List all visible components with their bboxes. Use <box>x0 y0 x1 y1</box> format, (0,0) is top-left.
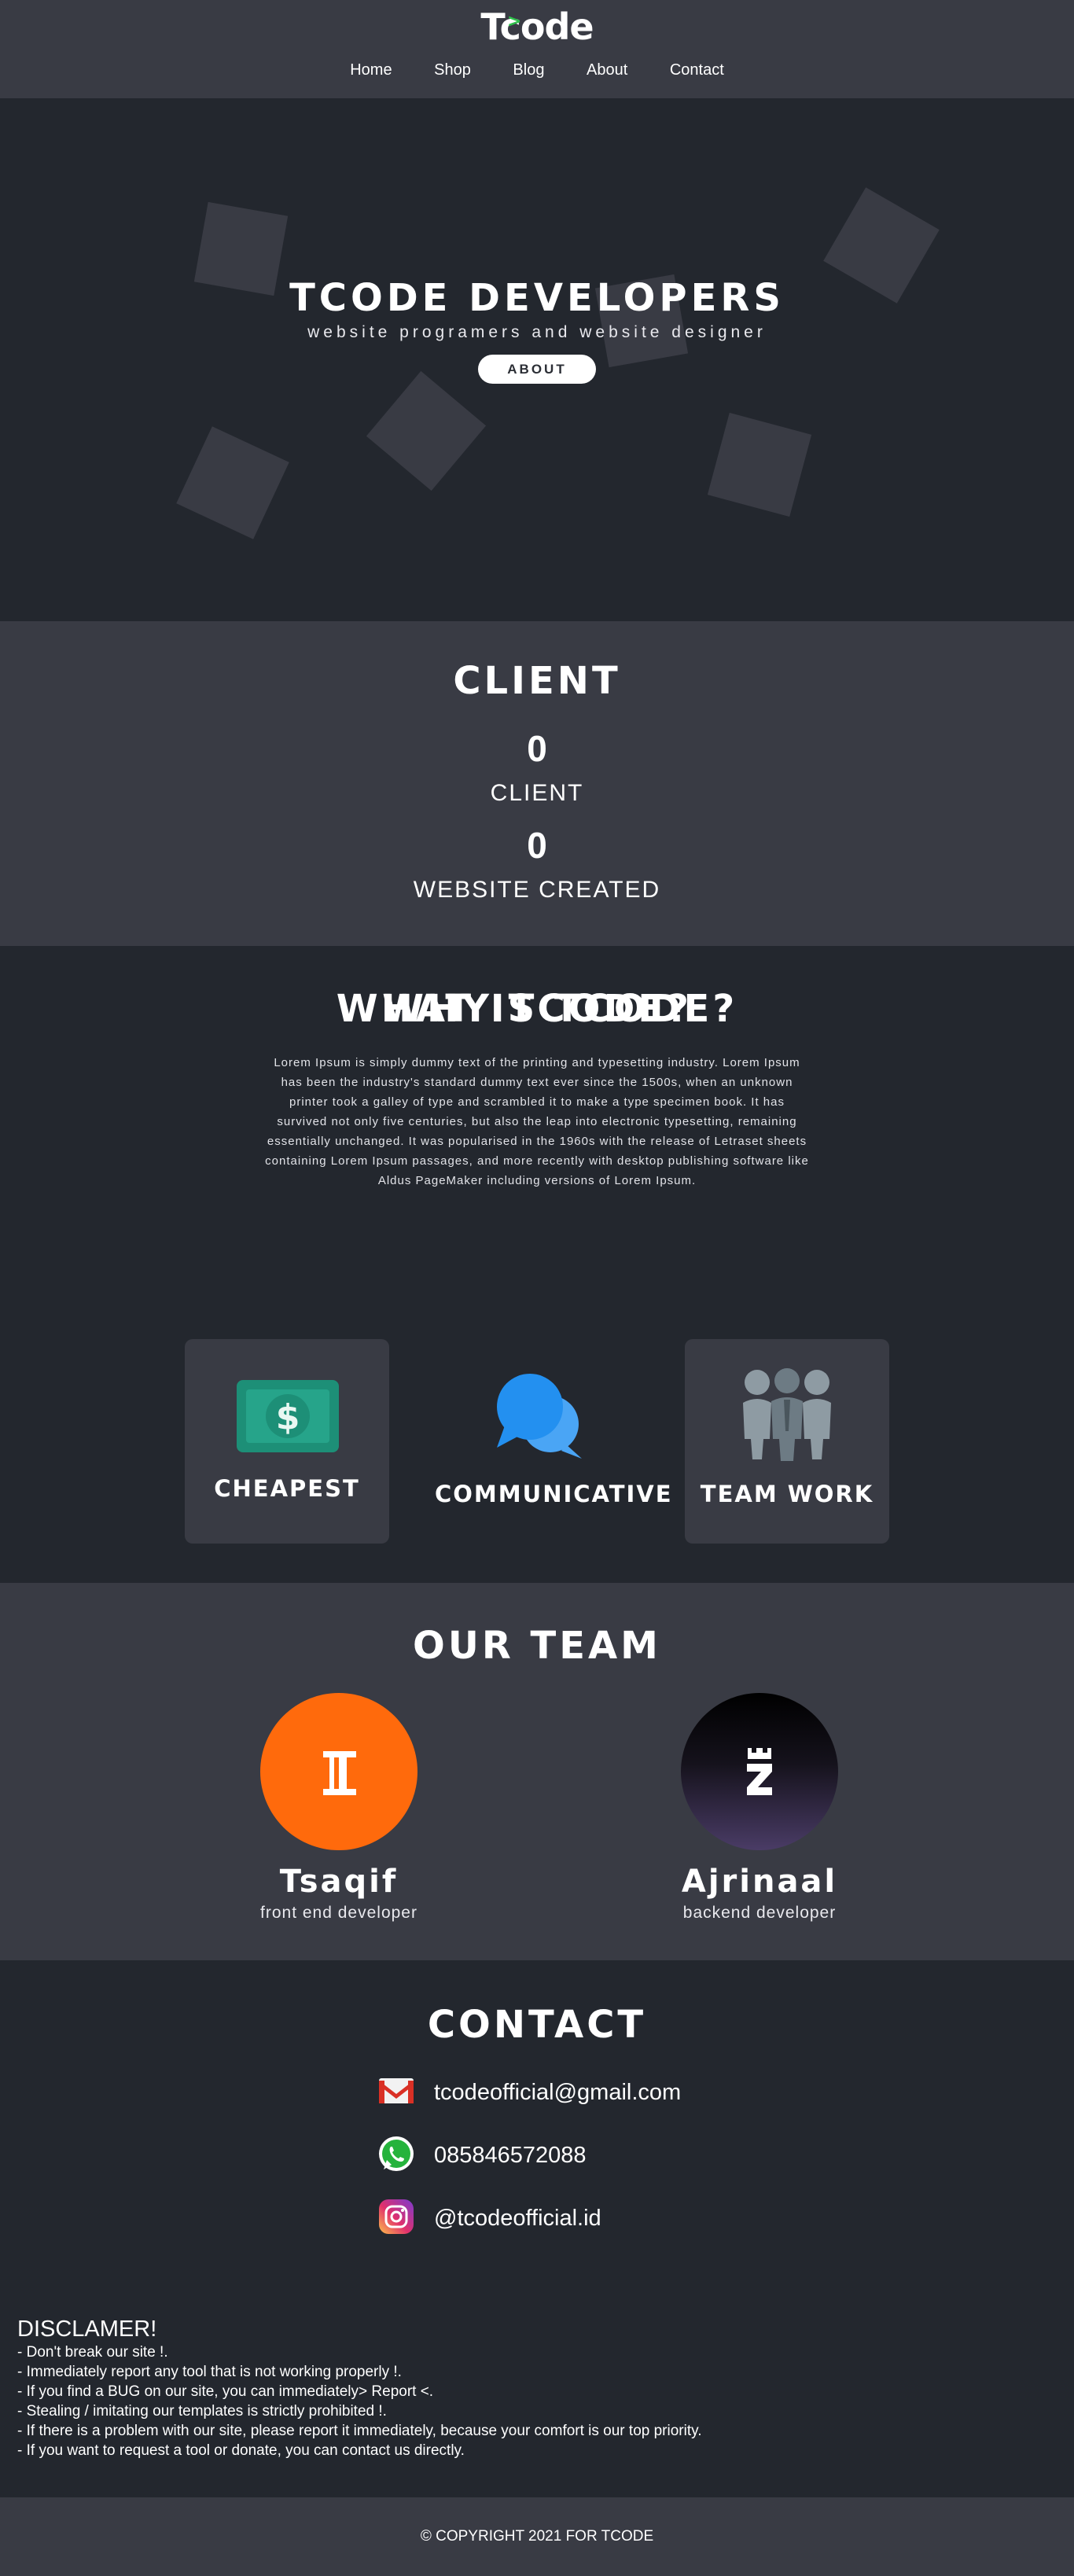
disclaimer-line: - If you find a BUG on our site, you can… <box>17 2383 434 2400</box>
member-name: Ajrinaal <box>681 1864 838 1900</box>
client-title: CLIENT <box>453 659 621 703</box>
client-count-label: CLIENT <box>490 780 584 806</box>
feature-card-label: CHEAPEST <box>214 1475 360 1502</box>
feature-card-cheapest: $ CHEAPEST <box>185 1339 389 1544</box>
disclaimer-line: - Stealing / imitating our templates is … <box>17 2403 387 2420</box>
client-count: 0 <box>527 728 547 769</box>
contact-title: CONTACT <box>427 2003 647 2047</box>
avatar <box>260 1693 417 1850</box>
disclaimer-line: - Immediately report any tool that is no… <box>17 2364 402 2380</box>
team-title: OUR TEAM <box>413 1624 661 1668</box>
feature-card-communicative: COMMUNICATIVE <box>435 1339 673 1544</box>
client-section: CLIENT 0 CLIENT 0 WEBSITE CREATED <box>0 621 1074 946</box>
whatsapp-icon <box>379 2136 414 2171</box>
member-role: backend developer <box>682 1904 837 1922</box>
website-count-label: WEBSITE CREATED <box>413 877 661 903</box>
hero-title: TCODE DEVELOPERS <box>289 276 785 320</box>
gmail-icon <box>379 2078 414 2103</box>
disclaimer-line: - If there is a problem with our site, p… <box>17 2423 702 2439</box>
instagram-icon <box>379 2199 414 2234</box>
disclaimer-line: - Don't break our site !. <box>17 2344 168 2361</box>
about-section: WHAT IS TCODE? Lorem Ipsum is simply dum… <box>0 946 1074 1583</box>
money-icon: $ <box>237 1380 339 1452</box>
nav-link-shop[interactable]: Shop <box>434 61 471 79</box>
feature-card-label: COMMUNICATIVE <box>435 1481 673 1507</box>
svg-text:$: $ <box>276 1397 300 1437</box>
decorative-square <box>366 370 487 491</box>
contact-phone-text: 085846572088 <box>434 2143 587 2168</box>
chat-bubbles-icon <box>497 1374 582 1459</box>
site-header: > Tcode Home Shop Blog About Contact <box>0 0 1074 98</box>
why-title: WHY TCODE? <box>382 987 692 1031</box>
disclaimer-title: DISCLAMER! <box>17 2317 157 2342</box>
main-nav: Home Shop Blog About Contact <box>0 61 1074 79</box>
copyright-text: © COPYRIGHT 2021 FOR TCODE <box>420 2528 654 2545</box>
decorative-square <box>707 412 812 517</box>
what-description: Lorem Ipsum is simply dummy text of the … <box>265 1056 809 1187</box>
nav-link-about[interactable]: About <box>587 61 627 79</box>
nav-link-blog[interactable]: Blog <box>513 61 544 79</box>
member-role: front end developer <box>260 1904 417 1922</box>
avatar <box>681 1693 838 1850</box>
team-section: OUR TEAM Tsaqif front end developer Ajri… <box>0 1583 1074 1960</box>
website-count: 0 <box>527 825 547 866</box>
ajrinaal-logo-icon <box>747 1748 772 1795</box>
team-people-icon <box>743 1368 831 1461</box>
about-button[interactable]: ABOUT <box>478 355 596 384</box>
feature-card-label: TEAM WORK <box>700 1481 874 1507</box>
disclaimer-line: - If you want to request a tool or donat… <box>17 2442 465 2459</box>
tsaqif-logo-icon <box>323 1751 356 1795</box>
contact-instagram-text: @tcodeofficial.id <box>434 2206 601 2231</box>
feature-card-team-work: TEAM WORK <box>685 1339 889 1544</box>
contact-section: CONTACT tcodeofficial@gmail.com 08584657… <box>0 1960 1074 2497</box>
hero-section: TCODE DEVELOPERS website programers and … <box>0 98 1074 621</box>
decorative-square <box>176 426 289 539</box>
logo-caret-icon: > <box>507 12 521 31</box>
disclaimer: DISCLAMER! - Don't break our site !. - I… <box>17 2316 1055 2460</box>
contact-email-text: tcodeofficial@gmail.com <box>434 2080 682 2105</box>
member-name: Tsaqif <box>279 1864 399 1900</box>
nav-link-home[interactable]: Home <box>350 61 392 79</box>
nav-link-contact[interactable]: Contact <box>670 61 724 79</box>
hero-subtitle: website programers and website designer <box>307 323 767 341</box>
logo-text: Tcode <box>480 6 594 48</box>
site-footer: © COPYRIGHT 2021 FOR TCODE <box>0 2497 1074 2576</box>
site-logo[interactable]: > Tcode <box>0 6 1074 47</box>
